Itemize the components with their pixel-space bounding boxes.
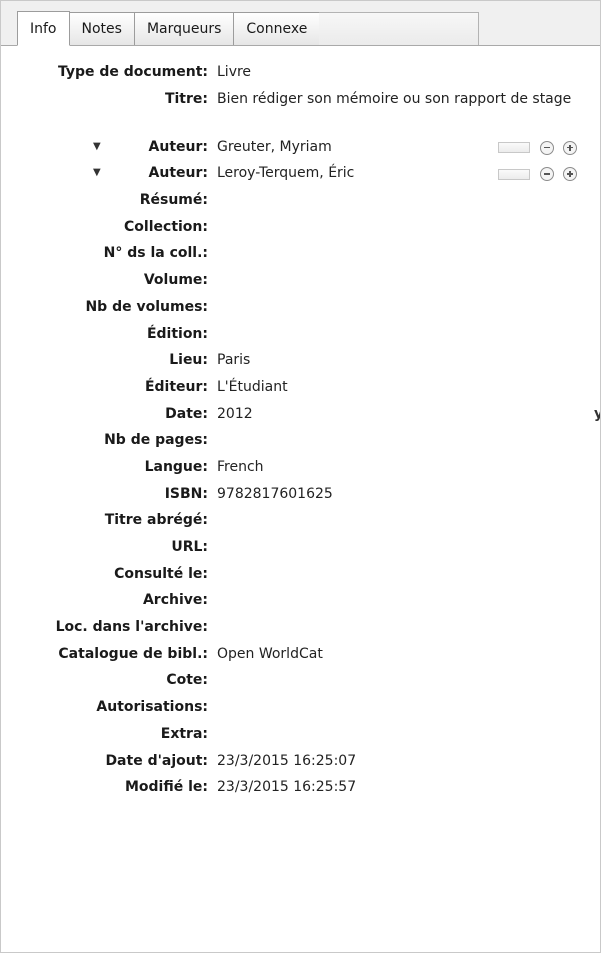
tab-strip-filler bbox=[319, 12, 480, 45]
publisher-field[interactable]: L'Étudiant bbox=[217, 374, 288, 401]
field-row-language: Langue: French bbox=[1, 454, 600, 481]
field-label-title: Titre: bbox=[164, 90, 208, 107]
field-label-isbn: ISBN: bbox=[164, 485, 208, 502]
field-row-publisher: Éditeur: L'Étudiant bbox=[1, 374, 600, 401]
field-row-short-title: Titre abrégé: bbox=[1, 507, 600, 534]
field-row-accessed: Consulté le: bbox=[1, 561, 600, 588]
field-row-item-type: Type de document: Livre bbox=[1, 59, 600, 86]
field-row-series-number: N° ds la coll.: bbox=[1, 240, 600, 267]
place-field[interactable]: Paris bbox=[217, 347, 250, 374]
field-label-series: Collection: bbox=[124, 218, 208, 235]
date-format-indicator: y bbox=[594, 401, 600, 428]
info-fields: Type de document: Livre Titre: Bien rédi… bbox=[1, 59, 600, 801]
field-label-creator-1[interactable]: Auteur: bbox=[149, 134, 208, 161]
field-row-rights: Autorisations: bbox=[1, 694, 600, 721]
tab-related[interactable]: Connexe bbox=[233, 12, 321, 45]
field-row-num-volumes: Nb de volumes: bbox=[1, 294, 600, 321]
field-row-place: Lieu: Paris bbox=[1, 347, 600, 374]
field-label-rights: Autorisations: bbox=[96, 699, 208, 716]
field-row-extra: Extra: bbox=[1, 721, 600, 748]
tab-bar: Info Notes Marqueurs Connexe bbox=[1, 1, 600, 46]
field-label-num-pages: Nb de pages: bbox=[104, 432, 208, 449]
field-label-accessed: Consulté le: bbox=[114, 565, 208, 582]
field-row-isbn: ISBN: 9782817601625 bbox=[1, 481, 600, 508]
field-label-num-volumes: Nb de volumes: bbox=[85, 298, 208, 315]
field-label-extra: Extra: bbox=[160, 725, 208, 742]
field-row-title: Titre: Bien rédiger son mémoire ou son r… bbox=[1, 86, 600, 134]
field-label-short-title: Titre abrégé: bbox=[104, 512, 208, 529]
field-label-url: URL: bbox=[171, 539, 208, 555]
field-label-archive: Archive: bbox=[142, 592, 208, 609]
field-label-item-type: Type de document: bbox=[57, 64, 208, 80]
isbn-field[interactable]: 9782817601625 bbox=[217, 481, 333, 508]
date-added-value: 23/3/2015 16:25:07 bbox=[217, 752, 357, 769]
field-label-volume: Volume: bbox=[143, 272, 208, 289]
plus-circle-icon[interactable] bbox=[563, 167, 577, 182]
creator-mode-switch-icon[interactable] bbox=[498, 142, 530, 154]
field-label-edition: Édition: bbox=[146, 325, 208, 342]
creator-2-controls bbox=[498, 167, 586, 182]
field-row-url: URL: bbox=[1, 534, 600, 561]
field-label-abstract: Résumé: bbox=[139, 192, 208, 209]
field-row-creator-2: ▼ Auteur: Leroy-Terquem, Éric bbox=[1, 160, 600, 187]
field-row-call-number: Cote: bbox=[1, 667, 600, 694]
field-label-date-modified: Modifié le: bbox=[124, 779, 208, 796]
title-field[interactable]: Bien rédiger son mémoire ou son rapport … bbox=[217, 89, 587, 110]
field-label-language: Langue: bbox=[144, 458, 208, 475]
field-row-archive: Archive: bbox=[1, 587, 600, 614]
field-row-num-pages: Nb de pages: bbox=[1, 427, 600, 454]
disclosure-triangle-icon[interactable]: ▼ bbox=[93, 134, 101, 161]
tab-strip: Info Notes Marqueurs Connexe bbox=[17, 11, 480, 46]
field-row-date: Date: 2012 y bbox=[1, 401, 600, 428]
field-row-date-added: Date d'ajout: 23/3/2015 16:25:07 bbox=[1, 748, 600, 775]
plus-circle-icon[interactable] bbox=[563, 140, 577, 155]
minus-circle-icon[interactable] bbox=[540, 140, 554, 155]
tab-notes[interactable]: Notes bbox=[68, 12, 135, 45]
tab-notes-label: Notes bbox=[81, 21, 122, 37]
language-field[interactable]: French bbox=[217, 454, 264, 481]
tab-tags[interactable]: Marqueurs bbox=[133, 12, 235, 45]
tab-info[interactable]: Info bbox=[17, 11, 70, 46]
item-type-select[interactable]: Livre bbox=[217, 59, 251, 86]
field-row-abstract: Résumé: bbox=[1, 187, 600, 214]
creator-mode-switch-icon[interactable] bbox=[498, 168, 530, 180]
library-catalog-field[interactable]: Open WorldCat bbox=[217, 641, 323, 668]
field-label-publisher: Éditeur: bbox=[144, 378, 208, 395]
field-row-creator-1: ▼ Auteur: Greuter, Myriam bbox=[1, 134, 600, 161]
creator-2-field[interactable]: Leroy-Terquem, Éric bbox=[217, 160, 354, 187]
field-row-archive-location: Loc. dans l'archive: bbox=[1, 614, 600, 641]
creator-1-controls bbox=[498, 140, 586, 155]
field-label-place: Lieu: bbox=[169, 352, 208, 369]
field-row-series: Collection: bbox=[1, 214, 600, 241]
date-modified-value: 23/3/2015 16:25:57 bbox=[217, 779, 357, 796]
field-label-archive-location: Loc. dans l'archive: bbox=[55, 619, 208, 636]
field-label-date: Date: bbox=[165, 405, 208, 422]
minus-circle-icon[interactable] bbox=[540, 167, 554, 182]
field-row-date-modified: Modifié le: 23/3/2015 16:25:57 bbox=[1, 774, 600, 801]
tab-related-label: Connexe bbox=[246, 21, 308, 37]
field-label-creator-2[interactable]: Auteur: bbox=[149, 160, 208, 187]
creator-1-field[interactable]: Greuter, Myriam bbox=[217, 134, 332, 161]
field-row-volume: Volume: bbox=[1, 267, 600, 294]
disclosure-triangle-icon[interactable]: ▼ bbox=[93, 160, 101, 187]
field-label-call-number: Cote: bbox=[166, 672, 208, 689]
field-label-series-number: N° ds la coll.: bbox=[103, 245, 208, 262]
field-row-edition: Édition: bbox=[1, 321, 600, 348]
field-row-library-catalog: Catalogue de bibl.: Open WorldCat bbox=[1, 641, 600, 668]
tab-tags-label: Marqueurs bbox=[146, 21, 222, 37]
field-label-date-added: Date d'ajout: bbox=[105, 752, 208, 769]
date-field[interactable]: 2012 bbox=[217, 401, 253, 428]
item-pane: Info Notes Marqueurs Connexe Type de doc… bbox=[0, 0, 601, 953]
field-label-library-catalog: Catalogue de bibl.: bbox=[58, 645, 208, 662]
tab-info-label: Info bbox=[30, 20, 57, 37]
